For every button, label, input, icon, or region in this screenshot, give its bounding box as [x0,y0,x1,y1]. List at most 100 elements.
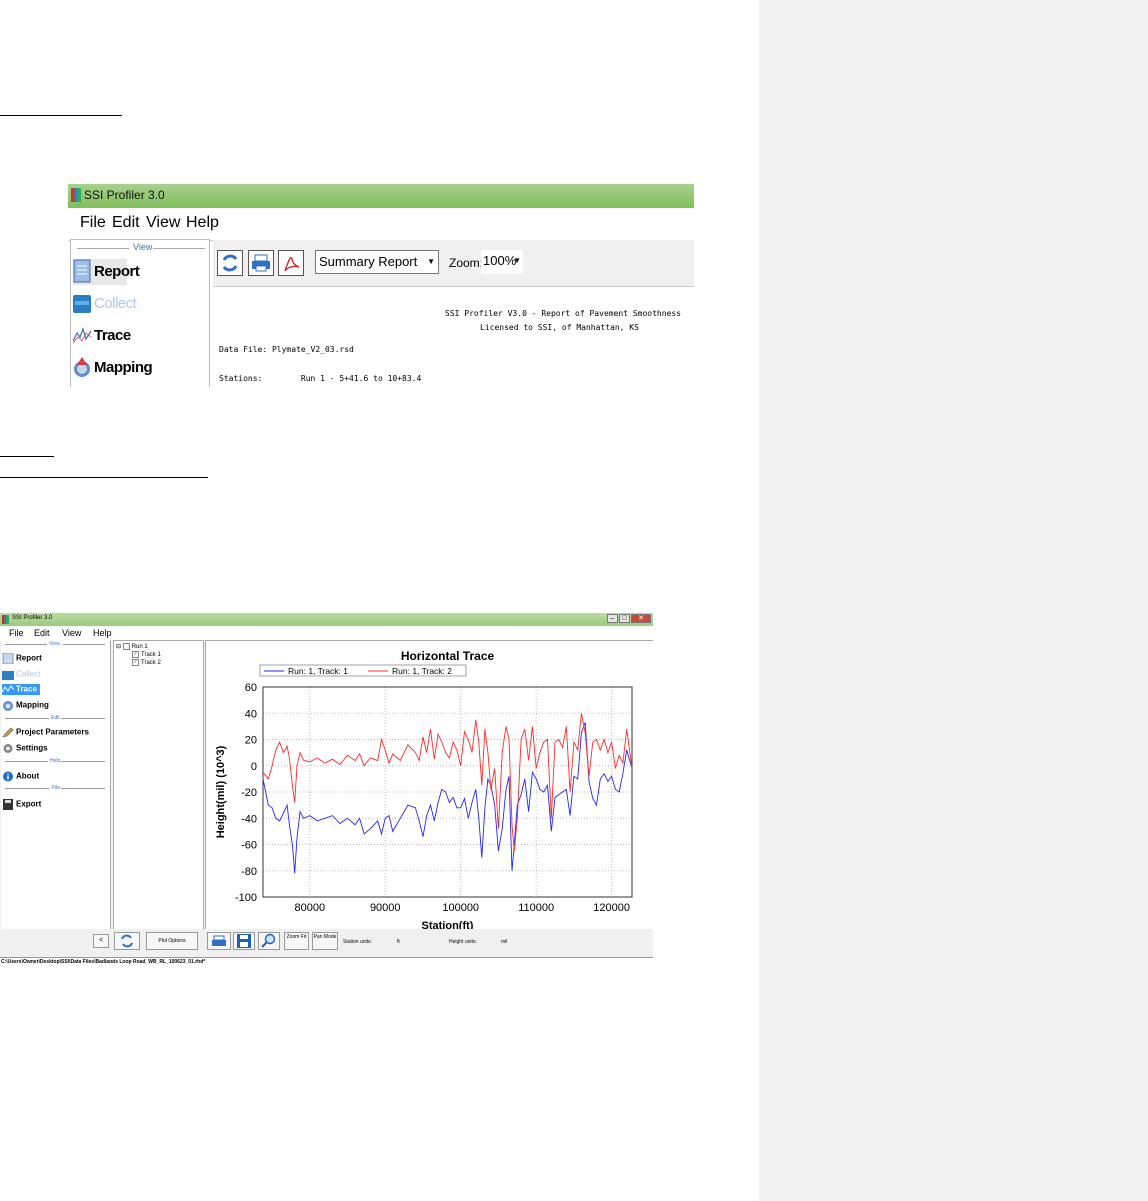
tree-track-node[interactable]: ✓ Track 2 [132,659,161,666]
divider [63,644,105,645]
zoom-button[interactable] [258,932,280,950]
collapse-sidebar-button[interactable]: < [93,934,109,948]
pdf-export-button[interactable] [278,250,304,276]
menu-file[interactable]: File [80,214,106,232]
tree-track-node[interactable]: ✓ Track 1 [132,651,161,658]
trace-plot-panel: Horizontal Trace 80000 90000 100000 110000 12… [205,640,653,944]
y-axis-label: Height(mil) (10^3) [215,745,227,838]
report-screenshot: SSI Profiler 3.0 File Edit View Help Vie… [68,184,694,387]
divider [5,644,47,645]
window-title: SSI Profiler 3.0 [12,615,53,621]
height-units-label: Height units: [449,939,477,945]
minimize-icon: – [610,615,615,622]
close-button[interactable]: ✕ [631,614,651,623]
menu-view[interactable]: View [62,628,81,638]
app-icon [2,615,9,624]
series-line-track-1 [262,722,633,874]
y-tick-label: 40 [245,708,257,720]
refresh-button[interactable] [114,932,140,950]
zoom-fit-button[interactable]: Zoom Fit [284,932,309,950]
plot-options-button[interactable]: Plot Options [146,932,198,950]
menu-bar: File Edit View Help [0,626,653,640]
sidebar-group-view: View [133,242,153,252]
y-tick-label: -40 [241,813,257,825]
divider [61,718,105,719]
floppy-disk-icon [3,799,13,810]
chevron-down-icon: ▼ [513,256,521,265]
series-line-track-2 [262,713,633,852]
menu-view[interactable]: View [146,214,180,232]
checkbox-track-1[interactable]: ✓ [132,651,139,658]
chart-title: Horizontal Trace [401,649,495,663]
menu-edit[interactable]: Edit [34,628,50,638]
sidebar-group-file: File [52,785,61,791]
legend-label: Run: 1, Track: 2 [392,666,452,676]
pan-mode-button[interactable]: Pan Mode [312,932,338,950]
trace-icon [2,685,14,693]
sidebar-item-label: Export [16,799,42,809]
menu-edit[interactable]: Edit [112,214,140,232]
checkbox-run[interactable] [122,643,130,650]
minimize-button[interactable]: – [607,614,618,623]
x-tick-label: 80000 [294,902,325,914]
divider [61,761,105,762]
report-toolbar: Summary Report ▼ Zoom: 100% ▼ [213,240,694,287]
sidebar-item-report[interactable]: Report [73,259,140,285]
report-stations: Stations: Run 1 - 5+41.6 to 10+83.4 [219,374,422,383]
refresh-icon [222,254,238,272]
document-underline [0,477,208,478]
document-underline [0,115,122,116]
zoom-select[interactable]: 100% ▼ [481,250,523,274]
checkbox-track-2[interactable]: ✓ [132,659,139,666]
x-tick-label: 110000 [518,902,554,914]
report-type-value: Summary Report [319,254,418,269]
x-tick-label: 90000 [370,902,401,914]
refresh-button[interactable] [217,250,243,276]
window-titlebar[interactable]: SSI Profiler 3.0 [68,184,694,208]
plot-area [262,686,633,898]
maximize-button[interactable]: □ [619,614,630,623]
pencil-icon [2,727,14,738]
y-tick-label: -20 [241,787,257,799]
zoom-value: 100% [483,253,517,268]
trace-screenshot: SSI Profiler 3.0 – □ ✕ File Edit View He… [0,613,653,966]
bottom-toolbar: < Plot Options Zoom Fit Pan Mode Station… [0,929,653,957]
pdf-icon [284,256,300,272]
menu-file[interactable]: File [9,628,24,638]
menu-help[interactable]: Help [93,628,112,638]
sidebar-item-label: Mapping [16,700,49,710]
print-button[interactable] [248,250,274,276]
sidebar-item-settings[interactable]: Settings [2,743,48,754]
printer-icon [212,935,226,946]
sidebar-item-export[interactable]: Export [2,799,41,810]
window-title: SSI Profiler 3.0 [84,188,165,202]
window-titlebar[interactable]: SSI Profiler 3.0 – □ ✕ [0,613,653,626]
tree-track-label: Track 1 [141,652,161,659]
close-icon: ✕ [638,615,644,622]
horizontal-trace-chart[interactable]: Horizontal Trace 80000 90000 100000 110000 12… [206,641,653,943]
sidebar-item-about[interactable]: About [2,771,39,782]
save-button[interactable] [233,932,255,950]
report-type-select[interactable]: Summary Report ▼ [315,250,439,274]
mapping-icon [3,701,13,711]
print-button[interactable] [207,932,231,950]
file-path: C:\Users\Owner\Desktop\SSI\Data Files\Ba… [1,959,206,965]
divider [61,788,105,789]
comment-pane [759,0,1148,1201]
menu-help[interactable]: Help [186,214,219,232]
refresh-icon [121,934,133,948]
station-units-value: ft [397,939,400,945]
sidebar-item-project-parameters[interactable]: Project Parameters [2,727,89,738]
report-icon [73,259,91,283]
y-tick-label: 20 [245,735,257,747]
tree-run-node[interactable]: ⊟ Run 1 [116,643,148,650]
sidebar-item-trace[interactable]: Trace [2,684,40,695]
mapping-icon [74,357,90,377]
printer-icon [252,254,270,272]
sidebar-item-collect[interactable]: Collect [2,669,40,680]
sidebar-item-report[interactable]: Report [2,653,42,664]
sidebar-item-mapping[interactable]: Mapping [2,700,49,711]
sidebar-item-label: Project Parameters [16,727,89,737]
y-tick-label: -80 [241,866,257,878]
y-tick-label: -100 [235,892,257,904]
